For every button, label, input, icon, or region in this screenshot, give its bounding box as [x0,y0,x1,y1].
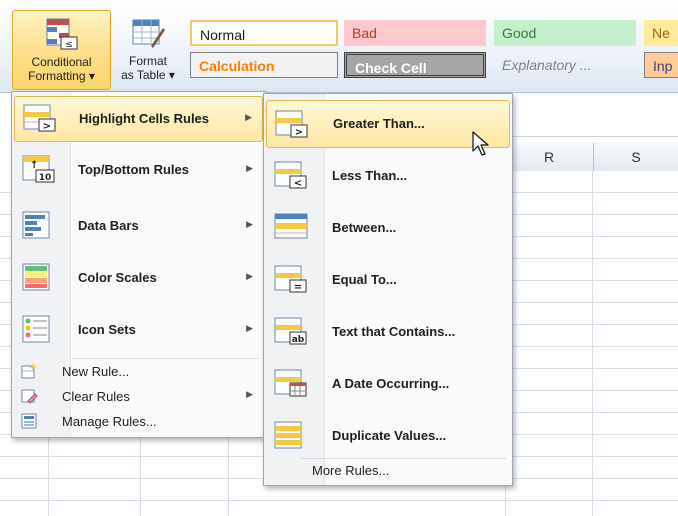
highlight-cells-icon: > [23,104,56,132]
submenu-item-label: Equal To... [332,272,397,287]
more-rules-link[interactable]: More Rules... [312,463,389,478]
conditional-formatting-menu: > Highlight Cells Rules ▶ ↑ 10 Top/Botto… [11,91,266,438]
submenu-arrow-icon: ▶ [245,112,252,122]
color-scales-icon [22,263,50,291]
style-input[interactable]: Inp [644,52,678,78]
top-bottom-icon: ↑ 10 [22,155,55,183]
conditional-formatting-icon: ≤ [46,18,77,50]
submenu-item-label: Duplicate Values... [332,428,447,443]
clear-rules-icon [21,389,38,404]
menu-item-label: Icon Sets [78,322,136,337]
menu-item-label: Clear Rules [62,389,130,404]
submenu-arrow-icon: ▶ [246,271,253,281]
style-explanatory[interactable]: Explanatory ... [494,52,636,78]
svg-text:>: > [43,121,51,132]
menu-item-top-bottom-rules[interactable]: ↑ 10 Top/Bottom Rules ▶ [14,146,263,194]
submenu-item-text-contains[interactable]: ab Text that Contains... [266,308,510,356]
conditional-formatting-label-2: Formatting ▾ [28,69,95,83]
menu-item-label: Top/Bottom Rules [78,162,189,177]
mouse-cursor-icon [472,131,489,156]
new-rule-icon [21,363,37,379]
column-header-r[interactable]: R [505,143,594,172]
menu-item-clear-rules[interactable]: Clear Rules ▶ [14,385,263,407]
submenu-arrow-icon: ▶ [246,219,253,229]
menu-item-icon-sets[interactable]: Icon Sets ▶ [14,306,263,354]
menu-separator [300,458,506,459]
icon-sets-icon [22,315,50,343]
format-as-table-label-2: as Table ▾ [121,68,175,82]
submenu-item-label: Greater Than... [333,116,425,131]
menu-item-manage-rules[interactable]: Manage Rules... [14,410,263,432]
submenu-item-between[interactable]: Between... [266,204,510,252]
submenu-item-less-than[interactable]: < Less Than... [266,152,510,200]
menu-item-label: Data Bars [78,218,139,233]
duplicate-values-icon [274,421,302,449]
conditional-formatting-label-1: Conditional [31,55,92,69]
svg-text:ab: ab [292,335,305,345]
conditional-formatting-button[interactable]: ≤ Conditional Formatting ▾ [12,10,111,90]
manage-rules-icon [21,413,37,429]
less-than-icon: < [274,161,307,189]
data-bars-icon [22,211,50,239]
style-good[interactable]: Good [494,20,636,46]
menu-item-new-rule[interactable]: New Rule... [14,360,263,382]
style-bad[interactable]: Bad [344,20,486,46]
date-occurring-icon [274,369,307,397]
submenu-item-label: Less Than... [332,168,408,183]
svg-text:≤: ≤ [65,40,73,50]
menu-item-data-bars[interactable]: Data Bars ▶ [14,202,263,250]
format-as-table-icon [132,19,165,48]
svg-text:=: = [294,282,302,293]
submenu-arrow-icon: ▶ [246,163,253,173]
between-icon [274,213,308,239]
submenu-item-equal-to[interactable]: = Equal To... [266,256,510,304]
menu-item-label: Manage Rules... [62,414,157,429]
submenu-arrow-icon: ▶ [246,323,253,333]
format-as-table-label-1: Format [128,54,167,68]
style-check-cell[interactable]: Check Cell [344,52,486,78]
menu-item-label: Highlight Cells Rules [79,111,210,126]
submenu-item-date-occurring[interactable]: A Date Occurring... [266,360,510,408]
text-contains-icon: ab [274,317,307,345]
submenu-item-label: Text that Contains... [332,324,456,339]
column-header-s[interactable]: S [594,143,678,172]
svg-text:<: < [294,178,302,189]
greater-than-icon: > [275,110,308,138]
style-calculation[interactable]: Calculation [190,52,338,78]
style-neutral[interactable]: Ne [644,20,678,46]
style-normal[interactable]: Normal [190,20,338,46]
svg-text:↑: ↑ [30,160,38,171]
menu-item-color-scales[interactable]: Color Scales ▶ [14,254,263,302]
submenu-arrow-icon: ▶ [246,389,253,399]
equal-to-icon: = [274,265,307,293]
format-as-table-button[interactable]: Format as Table ▾ [112,10,184,88]
menu-separator [72,358,259,359]
svg-text:>: > [295,127,303,138]
submenu-item-label: Between... [332,220,397,235]
svg-text:10: 10 [39,173,52,183]
ribbon: ≤ Conditional Formatting ▾ Format as Tab… [0,0,678,93]
menu-item-label: Color Scales [78,270,157,285]
menu-item-label: New Rule... [62,364,130,379]
submenu-item-duplicate-values[interactable]: Duplicate Values... [266,412,510,460]
menu-item-highlight-cells-rules[interactable]: > Highlight Cells Rules ▶ [14,96,263,142]
submenu-item-label: A Date Occurring... [332,376,450,391]
